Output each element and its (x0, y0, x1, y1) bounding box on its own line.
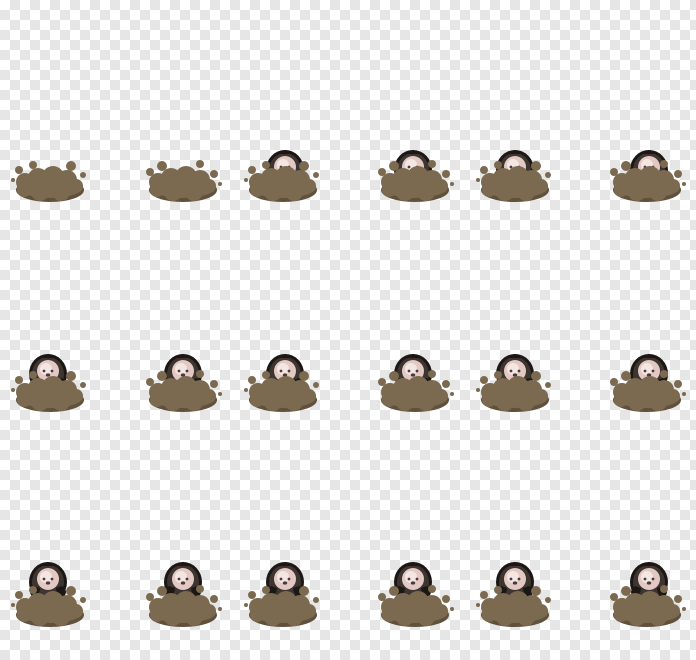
dirt-mound (11, 371, 86, 412)
dirt-mound (476, 586, 551, 627)
sprite-frame (138, 545, 228, 635)
sprite-graphic (476, 562, 551, 627)
dirt-mound (146, 370, 222, 412)
sprite-graphic (378, 150, 454, 202)
dirt-mound (244, 161, 319, 202)
sprite-graphic (610, 562, 686, 627)
sprite-graphic (11, 161, 86, 202)
dirt-mound (610, 160, 686, 202)
sprite-sheet (0, 0, 696, 660)
sprite-graphic (378, 354, 454, 412)
dirt-mound (244, 371, 319, 412)
dirt-mound (476, 161, 551, 202)
sprite-graphic (378, 562, 454, 627)
sprite-frame (5, 545, 95, 635)
sprite-graphic (610, 150, 686, 202)
dirt-mound (378, 160, 454, 202)
sprite-graphic (11, 562, 86, 627)
sprite-graphic (146, 160, 222, 202)
dirt-mound (610, 585, 686, 627)
sprite-frame (470, 330, 560, 420)
sprite-graphic (244, 562, 319, 627)
sprite-frame (5, 120, 95, 210)
sprite-graphic (244, 354, 319, 412)
sprite-frame (238, 120, 328, 210)
sprite-frame (602, 120, 692, 210)
dirt-mound (378, 370, 454, 412)
sprite-frame (138, 120, 228, 210)
sprite-frame (5, 330, 95, 420)
sprite-frame (238, 545, 328, 635)
dirt-mound (244, 586, 319, 627)
dirt-mound (146, 585, 222, 627)
dirt-mound (146, 160, 222, 202)
sprite-frame (370, 330, 460, 420)
sprite-graphic (476, 354, 551, 412)
sprite-frame (602, 545, 692, 635)
dirt-mound (11, 586, 86, 627)
sprite-graphic (476, 150, 551, 202)
sprite-graphic (610, 354, 686, 412)
dirt-mound (378, 585, 454, 627)
sprite-frame (470, 545, 560, 635)
sprite-frame (238, 330, 328, 420)
sprite-frame (370, 120, 460, 210)
sprite-frame (138, 330, 228, 420)
dirt-mound (11, 161, 86, 202)
sprite-frame (470, 120, 560, 210)
dirt-mound (476, 371, 551, 412)
sprite-graphic (146, 562, 222, 627)
sprite-graphic (146, 354, 222, 412)
sprite-frame (602, 330, 692, 420)
sprite-graphic (244, 150, 319, 202)
sprite-graphic (11, 354, 86, 412)
sprite-frame (370, 545, 460, 635)
dirt-mound (610, 370, 686, 412)
